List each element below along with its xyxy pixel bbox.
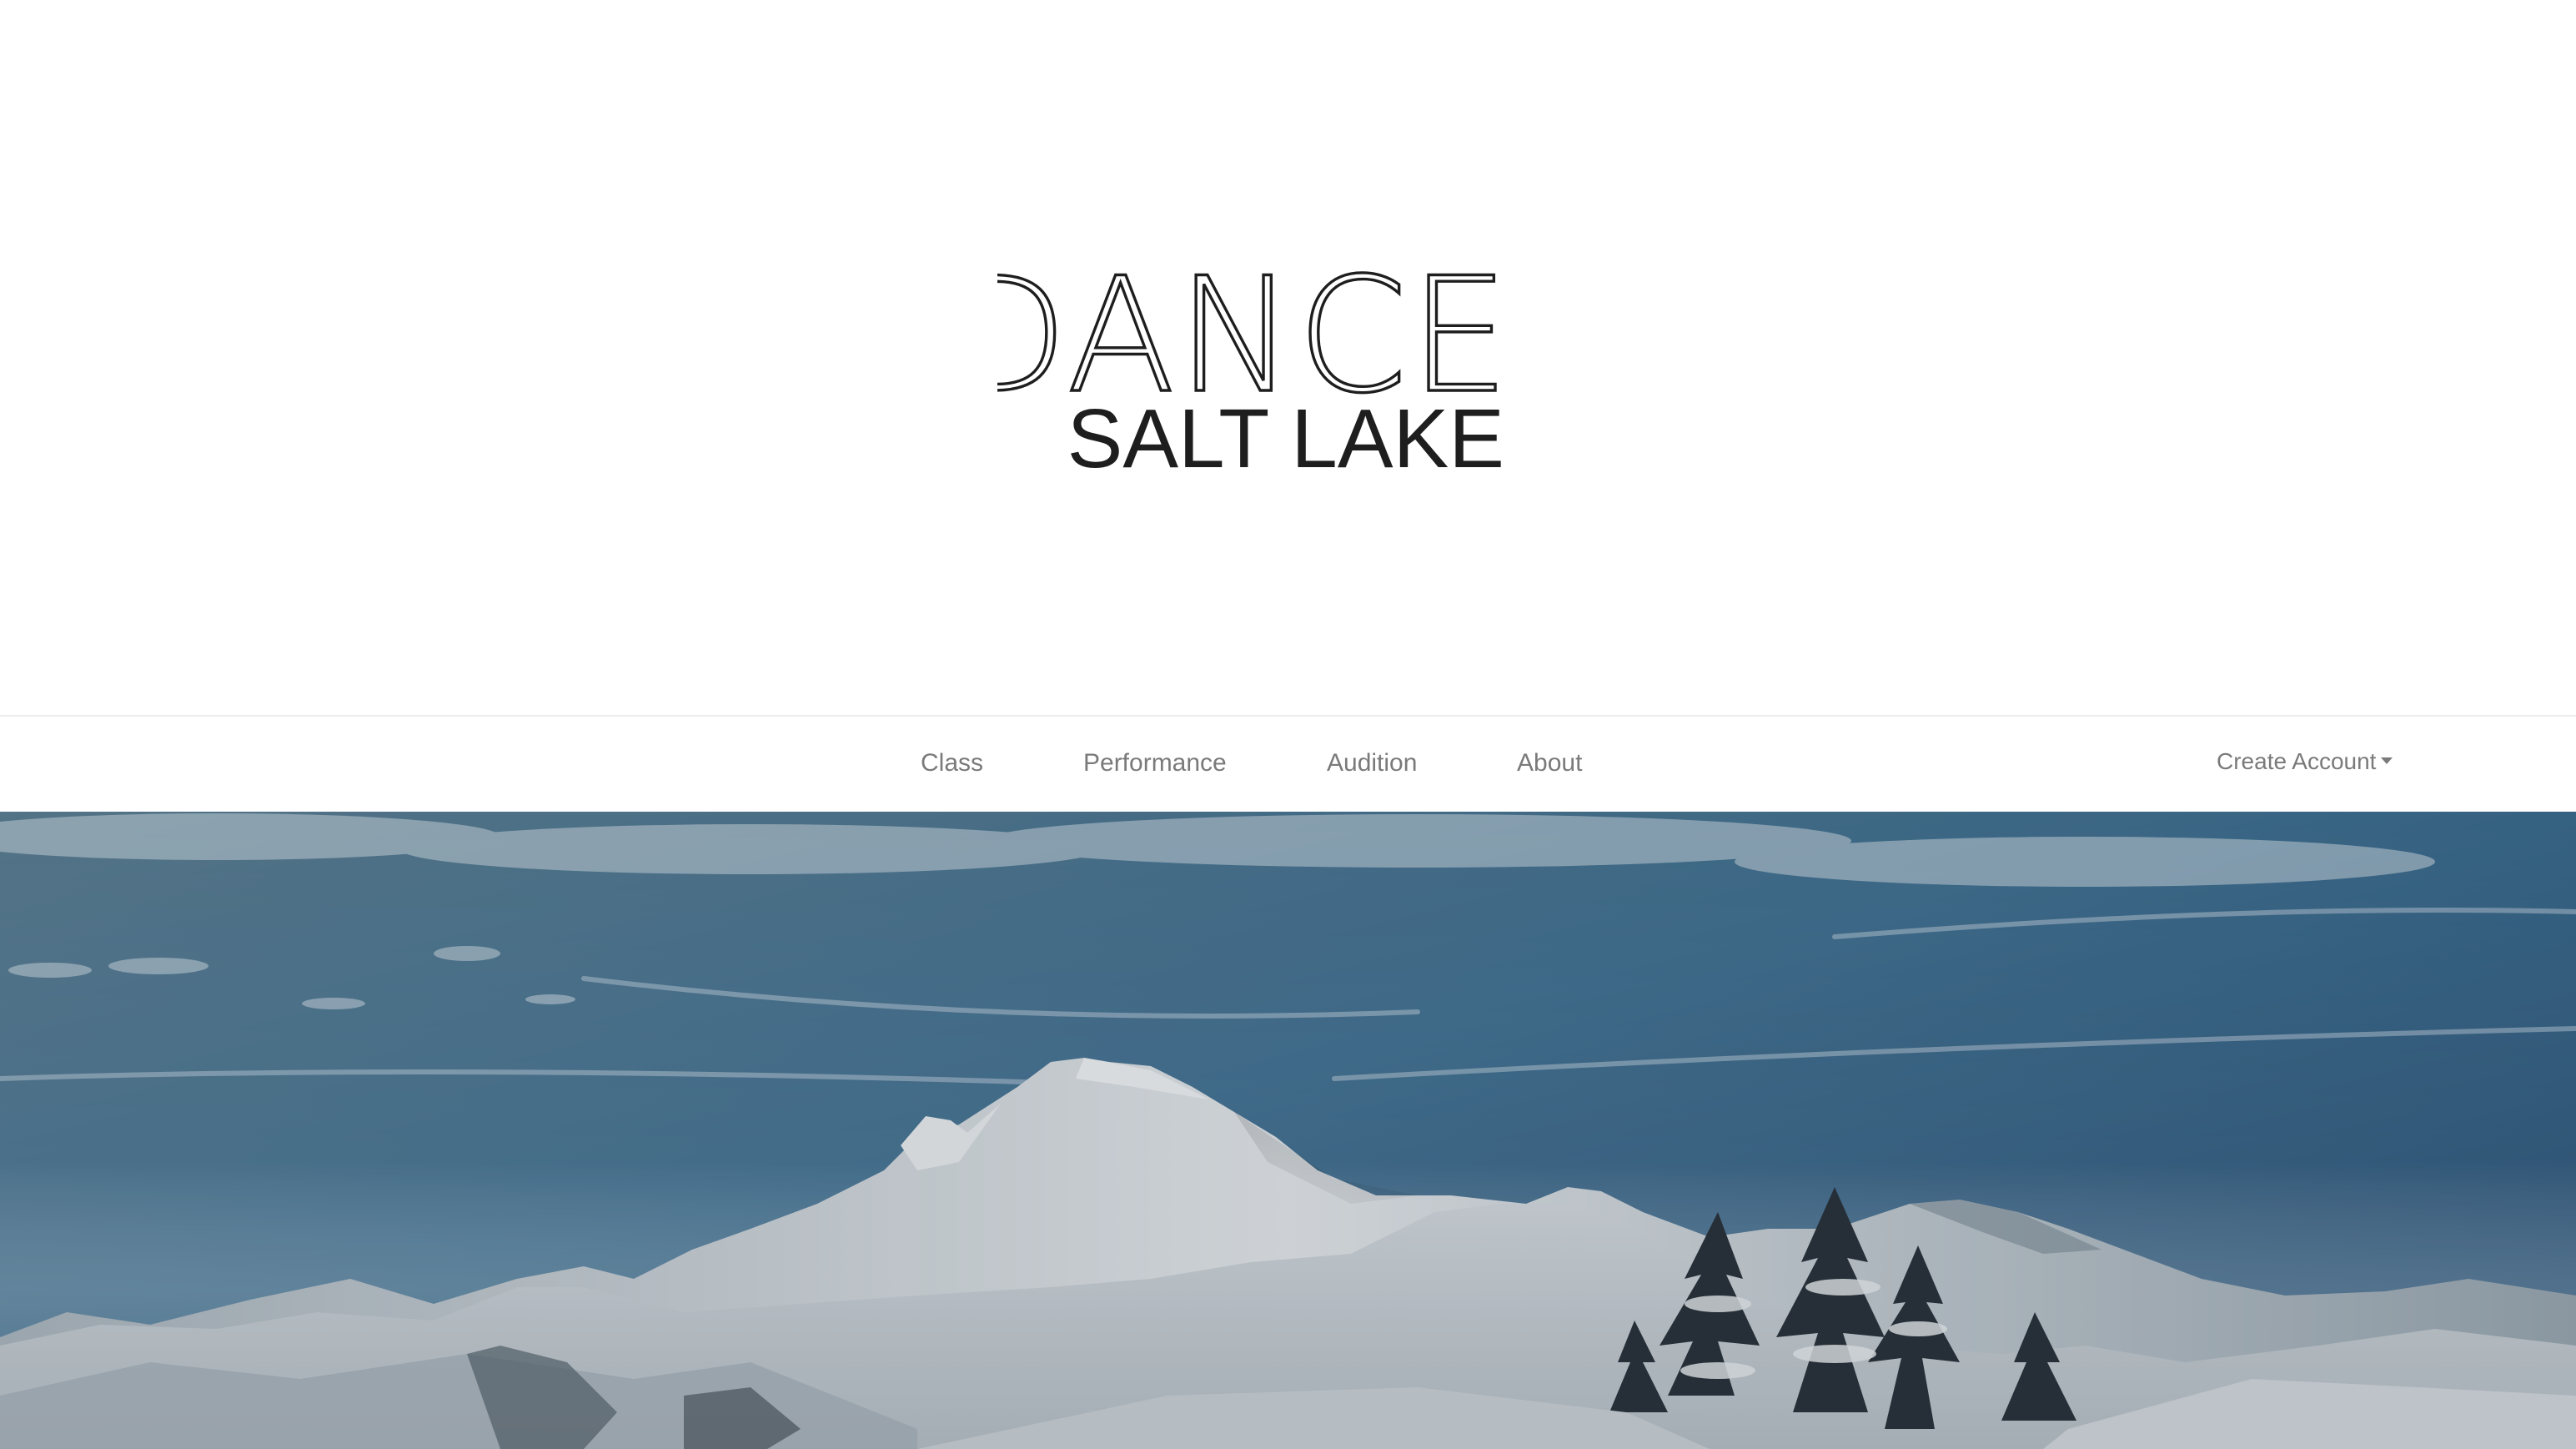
nav-link-performance[interactable]: Performance	[1083, 747, 1227, 780]
nav-link-audition[interactable]: Audition	[1327, 747, 1417, 780]
create-account-dropdown[interactable]: Create Account	[2217, 745, 2393, 778]
nav-links: Class Performance Audition About	[0, 717, 2576, 812]
caret-down-icon	[2381, 757, 2393, 764]
main-navbar: Class Performance Audition About Create …	[0, 715, 2576, 812]
logo-line-salt-lake: SALT LAKE	[1067, 392, 1504, 484]
create-account-label: Create Account	[2217, 748, 2377, 774]
mountain-landscape-image	[0, 812, 2576, 1449]
hero-mountain-image	[0, 812, 2576, 1449]
logo-header: DANCE SALT LAKE	[0, 0, 2576, 715]
site-logo[interactable]: DANCE SALT LAKE	[997, 259, 1514, 484]
nav-link-class[interactable]: Class	[921, 747, 983, 780]
page: DANCE SALT LAKE Class Performance Auditi…	[0, 0, 2576, 1449]
nav-link-about[interactable]: About	[1517, 747, 1582, 780]
